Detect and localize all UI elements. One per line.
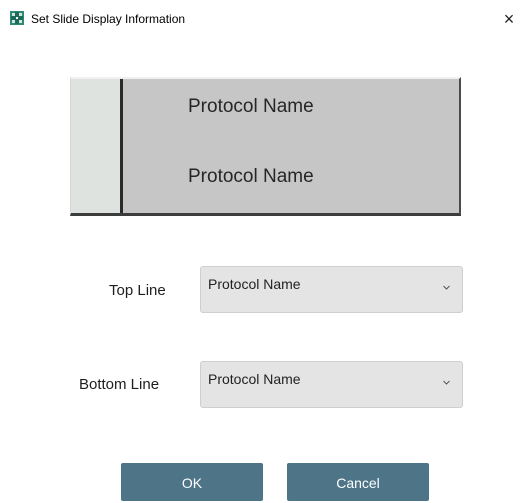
cancel-button[interactable]: Cancel (287, 463, 429, 501)
preview-top-line: Protocol Name (188, 96, 314, 117)
chevron-down-icon (443, 285, 450, 290)
top-line-selected-value: Protocol Name (208, 276, 301, 292)
top-line-select[interactable]: Protocol Name (200, 266, 463, 313)
title-bar: Set Slide Display Information × (0, 0, 522, 38)
slide-label-preview: Protocol Name Protocol Name (70, 77, 461, 216)
window-title: Set Slide Display Information (31, 12, 186, 26)
slide-app-icon (10, 11, 24, 25)
top-line-label: Top Line (109, 282, 166, 299)
close-icon: × (503, 9, 515, 29)
bottom-line-label: Bottom Line (79, 376, 160, 393)
bottom-line-select[interactable]: Protocol Name (200, 361, 463, 408)
slide-frosted-end (71, 79, 123, 213)
close-button[interactable]: × (496, 6, 522, 32)
chevron-down-icon (443, 380, 450, 385)
preview-bottom-line: Protocol Name (188, 166, 314, 187)
ok-button[interactable]: OK (121, 463, 263, 501)
bottom-line-selected-value: Protocol Name (208, 371, 301, 387)
